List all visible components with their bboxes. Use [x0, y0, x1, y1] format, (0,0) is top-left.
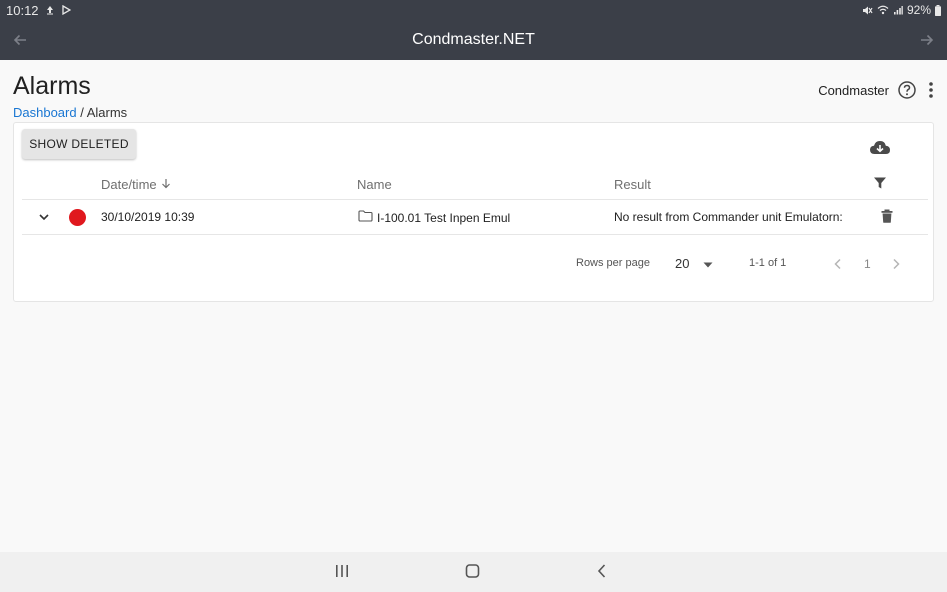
mute-icon [862, 5, 873, 16]
wifi-icon [877, 5, 889, 15]
column-name-label: Name [357, 177, 392, 192]
rows-per-page-select[interactable]: 20 [675, 256, 713, 271]
cloud-download-icon[interactable] [869, 139, 891, 160]
status-bar: 10:12 92% [0, 0, 947, 20]
back-arrow-icon[interactable] [10, 30, 30, 50]
chevron-down-icon[interactable] [37, 210, 51, 229]
rows-per-page-value: 20 [675, 256, 690, 271]
play-store-icon [61, 5, 71, 15]
table-row[interactable]: 30/10/2019 10:39 I-100.01 Test Inpen Emu… [22, 200, 928, 235]
battery-icon [935, 4, 941, 16]
breadcrumb-dashboard-link[interactable]: Dashboard [13, 105, 77, 120]
cell-name-text: I-100.01 Test Inpen Emul [377, 210, 511, 225]
column-result-label: Result [614, 177, 651, 192]
sort-arrow-down-icon [161, 177, 171, 192]
more-vert-icon[interactable] [925, 80, 937, 100]
system-back-icon[interactable] [594, 562, 610, 585]
system-nav-bar [0, 552, 947, 592]
breadcrumb-separator: / [76, 105, 87, 120]
alarms-card: SHOW DELETED Date/time Name Result 30/10… [13, 122, 934, 302]
forward-arrow-icon[interactable] [917, 30, 937, 50]
dropdown-arrow-icon [703, 256, 713, 271]
pagination-range: 1-1 of 1 [749, 257, 787, 269]
delete-icon[interactable] [881, 209, 893, 228]
filter-icon[interactable] [873, 176, 887, 195]
main-content: Alarms Dashboard / Alarms Condmaster SHO… [0, 60, 947, 552]
battery-percent: 92% [906, 3, 931, 17]
breadcrumb: Dashboard / Alarms [13, 105, 127, 120]
folder-icon [358, 210, 373, 225]
help-icon[interactable] [897, 80, 917, 100]
app-bar: Condmaster.NET [0, 20, 947, 60]
column-header-name[interactable]: Name [357, 177, 392, 192]
signal-icon [893, 5, 903, 15]
cell-date: 30/10/2019 10:39 [101, 210, 195, 224]
cell-result: No result from Commander unit Emulatorn: [614, 210, 843, 224]
column-header-result[interactable]: Result [614, 177, 651, 192]
chevron-right-icon[interactable] [890, 257, 902, 276]
recents-icon[interactable] [334, 562, 350, 585]
column-date-label: Date/time [101, 177, 157, 192]
user-name[interactable]: Condmaster [818, 83, 889, 98]
app-title: Condmaster.NET [412, 31, 535, 48]
home-icon[interactable] [464, 562, 482, 585]
current-page[interactable]: 1 [864, 257, 871, 271]
rows-per-page-label: Rows per page [576, 257, 650, 269]
page-title: Alarms [13, 72, 91, 100]
show-deleted-button[interactable]: SHOW DELETED [22, 129, 136, 159]
cell-name[interactable]: I-100.01 Test Inpen Emul [358, 210, 510, 225]
status-time: 10:12 [6, 2, 39, 18]
header-actions: Condmaster [818, 80, 937, 100]
chevron-left-icon[interactable] [832, 257, 844, 276]
column-header-date[interactable]: Date/time [101, 177, 171, 192]
alarm-status-indicator [69, 209, 86, 226]
breadcrumb-current: Alarms [86, 105, 128, 120]
upload-icon [45, 5, 55, 15]
